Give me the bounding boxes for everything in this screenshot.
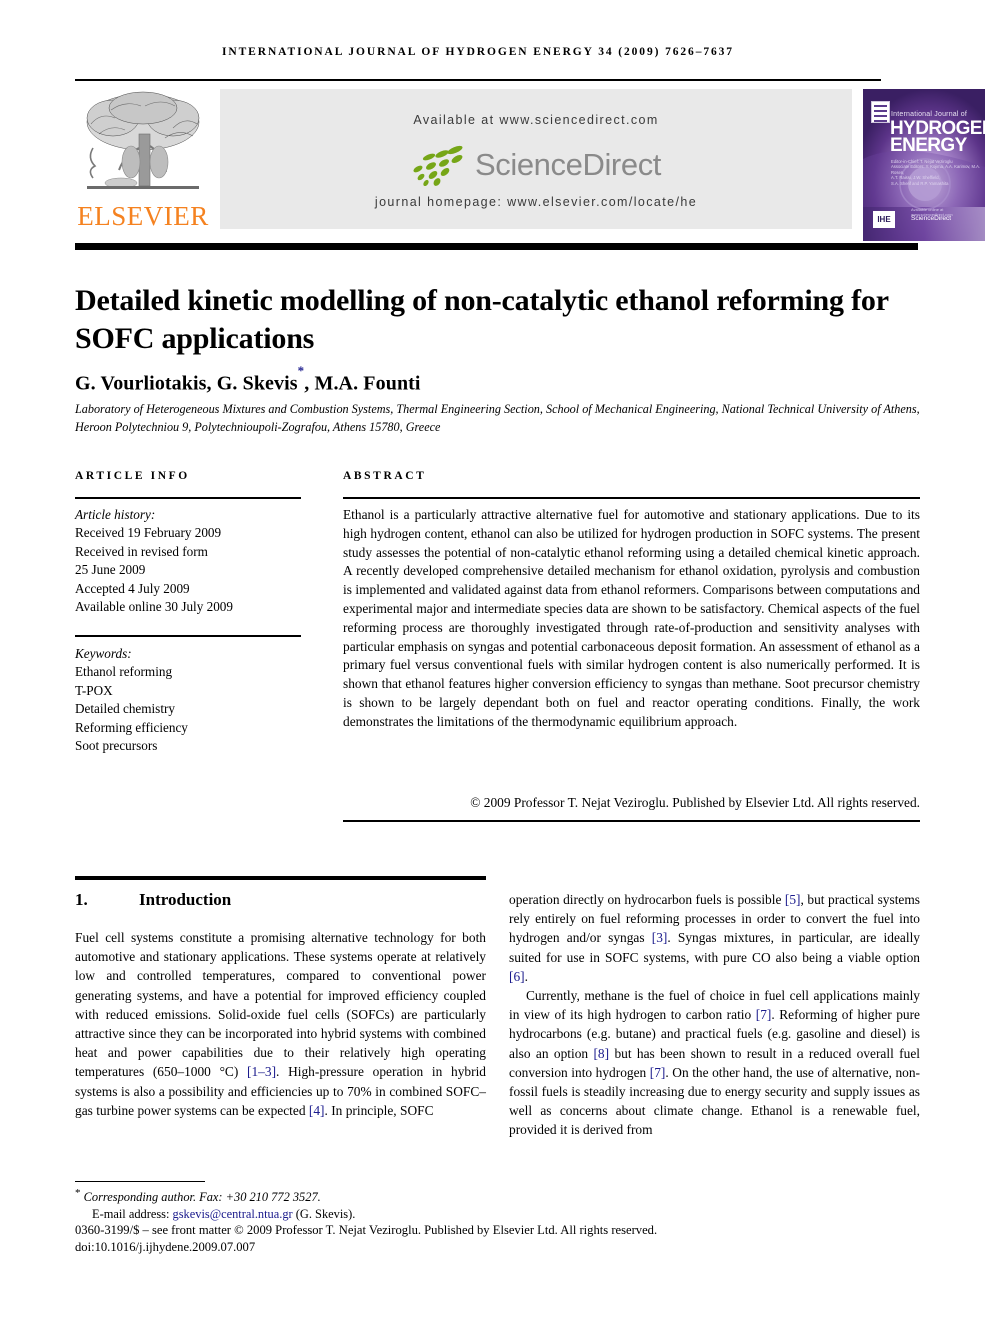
- section-number: 1.: [75, 890, 88, 909]
- issn-line: 0360-3199/$ – see front matter © 2009 Pr…: [75, 1223, 658, 1237]
- author-list: G. Vourliotakis, G. Skevis*, M.A. Founti: [75, 363, 920, 396]
- page-title: Detailed kinetic modelling of non-cataly…: [75, 284, 889, 356]
- journal-homepage-text[interactable]: journal homepage: www.elsevier.com/locat…: [220, 195, 852, 209]
- article-history: Article history: Received 19 February 20…: [75, 506, 315, 616]
- keyword-item: T-POX: [75, 682, 113, 698]
- corresponding-author-note: * Corresponding author. Fax: +30 210 772…: [75, 1185, 495, 1206]
- section-title: Introduction: [139, 890, 232, 909]
- cover-sciencedirect-label: ScienceDirect: [911, 215, 952, 222]
- body-column-right: operation directly on hydrocarbon fuels …: [509, 890, 920, 1140]
- citation-ref[interactable]: [7]: [650, 1065, 666, 1080]
- author-names-tail: , M.A. Founti: [304, 372, 421, 395]
- header-rule: [75, 79, 881, 81]
- history-item: Received 19 February 2009: [75, 525, 222, 541]
- body-column-left: Fuel cell systems constitute a promising…: [75, 928, 486, 1120]
- sciencedirect-logo[interactable]: ScienceDirect: [220, 142, 852, 187]
- abstract-header: Abstract: [343, 470, 427, 482]
- paragraph-text: Fuel cell systems constitute a promising…: [75, 930, 486, 1080]
- masthead-bottom-bar: [75, 243, 918, 250]
- corresponding-author-text: Corresponding author. Fax: +30 210 772 3…: [83, 1190, 321, 1205]
- citation-ref[interactable]: [4]: [309, 1103, 325, 1118]
- info-rule-mid: [75, 635, 301, 637]
- abstract-rule-bottom: [343, 820, 920, 822]
- citation-ref[interactable]: [8]: [593, 1046, 609, 1061]
- cover-editors: Editor-in-Chief: T. Nejat Veziroglu Asso…: [891, 159, 981, 186]
- cover-supertitle: International Journal of: [891, 111, 968, 118]
- article-history-label: Article history:: [75, 507, 156, 522]
- paper-page: International Journal of Hydrogen Energy…: [0, 0, 992, 1323]
- running-head: International Journal of Hydrogen Energy…: [222, 46, 734, 58]
- elsevier-logo: ELSEVIER: [75, 86, 210, 238]
- email-label: E-mail address:: [92, 1207, 170, 1222]
- abstract-rule-top: [343, 497, 920, 499]
- paragraph: Currently, methane is the fuel of choice…: [509, 986, 920, 1140]
- paragraph-text: .: [524, 968, 528, 984]
- citation-ref[interactable]: [6]: [509, 969, 525, 984]
- abstract-copyright: © 2009 Professor T. Nejat Veziroglu. Pub…: [470, 795, 920, 810]
- masthead: ELSEVIER Available at www.sciencedirect.…: [75, 86, 985, 241]
- sciencedirect-band: Available at www.sciencedirect.com Scien…: [220, 89, 852, 229]
- keywords-label: Keywords:: [75, 646, 132, 661]
- affiliation: Laboratory of Heterogeneous Mixtures and…: [75, 402, 920, 434]
- email-note: E-mail address: gskevis@central.ntua.gr …: [75, 1206, 495, 1223]
- keyword-item: Detailed chemistry: [75, 701, 175, 717]
- keyword-item: Reforming efficiency: [75, 719, 188, 735]
- keyword-item: Soot precursors: [75, 738, 158, 754]
- available-at-text: Available at www.sciencedirect.com: [413, 113, 659, 127]
- paragraph-text: . In principle, SOFC: [324, 1102, 434, 1118]
- citation-ref[interactable]: [3]: [652, 930, 668, 945]
- cover-publisher-badge: [871, 101, 890, 123]
- history-item: Accepted 4 July 2009: [75, 580, 190, 596]
- footnote-rule: [75, 1181, 205, 1183]
- paragraph-text: operation directly on hydrocarbon fuels …: [509, 892, 785, 907]
- keyword-item: Ethanol reforming: [75, 664, 173, 680]
- history-item: Received in revised form: [75, 543, 208, 559]
- keywords-block: Keywords: Ethanol reforming T-POX Detail…: [75, 645, 315, 755]
- cover-title-energy: ENERGY: [890, 135, 967, 156]
- elsevier-tree-icon: [86, 91, 200, 189]
- footnote-block: * Corresponding author. Fax: +30 210 772…: [75, 1185, 495, 1223]
- citation-ref[interactable]: [1–3]: [247, 1064, 276, 1079]
- email-owner: (G. Skevis).: [295, 1207, 356, 1222]
- doi-line: doi:10.1016/j.ijhydene.2009.07.007: [75, 1240, 256, 1254]
- sciencedirect-leaf-icon: [413, 145, 463, 186]
- asterisk-marker: *: [75, 1187, 81, 1199]
- history-item: Available online 30 July 2009: [75, 599, 233, 615]
- imprint-block: 0360-3199/$ – see front matter © 2009 Pr…: [75, 1222, 920, 1256]
- corresponding-author-marker: *: [297, 362, 305, 378]
- cover-ihe-badge: IHE: [873, 211, 895, 228]
- elsevier-wordmark: ELSEVIER: [77, 201, 209, 231]
- email-link[interactable]: gskevis@central.ntua.gr: [173, 1207, 293, 1221]
- citation-ref[interactable]: [5]: [785, 892, 801, 907]
- history-item: 25 June 2009: [75, 562, 146, 578]
- sciencedirect-wordmark: ScienceDirect: [474, 146, 662, 182]
- author-names: G. Vourliotakis, G. Skevis: [75, 372, 298, 395]
- journal-cover-image: International Journal of HYDROGEN ENERGY…: [863, 89, 985, 241]
- abstract-text: Ethanol is a particularly attractive alt…: [343, 507, 920, 729]
- citation-ref[interactable]: [7]: [756, 1007, 772, 1022]
- section-rule: [75, 876, 486, 880]
- article-info-header: Article info: [75, 470, 190, 482]
- paragraph: operation directly on hydrocarbon fuels …: [509, 890, 920, 986]
- info-rule-top: [75, 497, 301, 499]
